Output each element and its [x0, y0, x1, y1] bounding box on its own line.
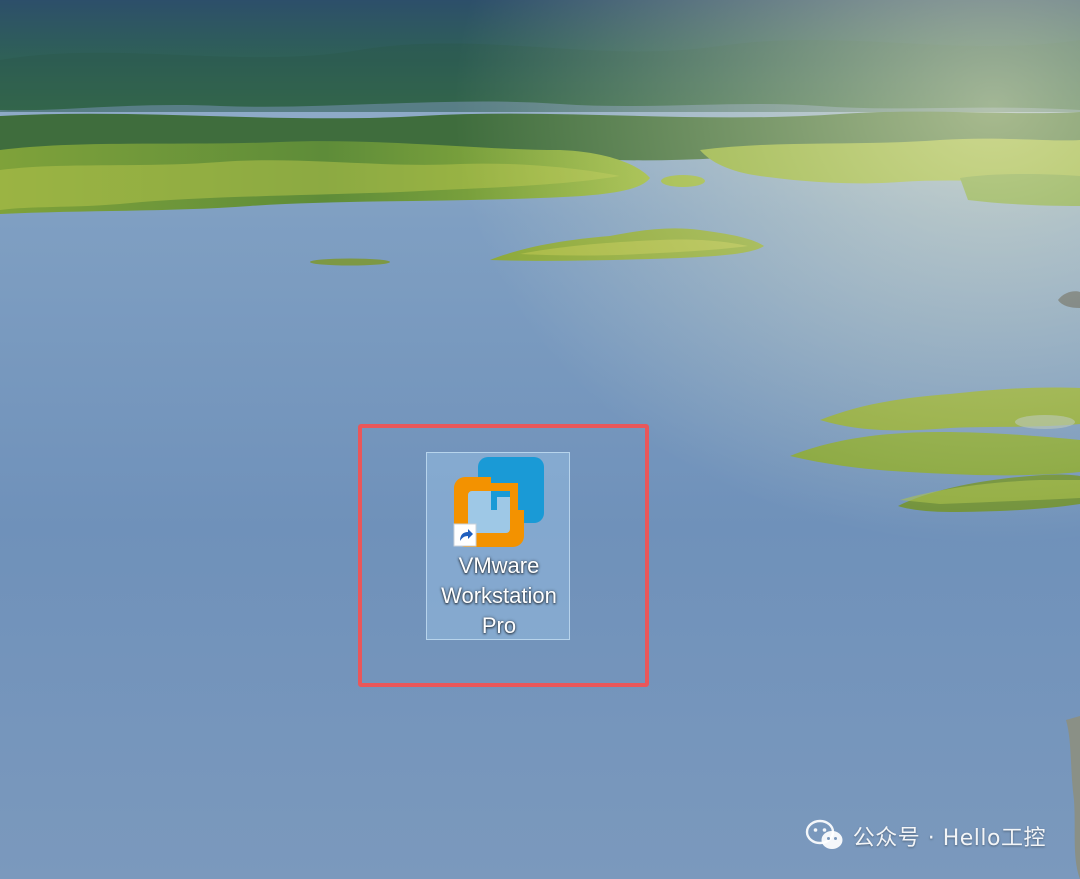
icon-label-line-2: Workstation	[441, 583, 557, 608]
desktop-icon-label: VMware Workstation Pro	[427, 551, 571, 641]
shortcut-arrow-icon	[453, 523, 477, 547]
icon-label-line-1: VMware	[458, 553, 540, 578]
watermark: 公众号 · Hello工控	[805, 816, 1046, 856]
desktop-icon-vmware-workstation-pro[interactable]: VMware Workstation Pro	[426, 452, 570, 640]
icon-label-line-3: Pro	[481, 613, 517, 638]
desktop[interactable]: VMware Workstation Pro 公众号 · Hello工控	[0, 0, 1080, 879]
watermark-text: 公众号 · Hello工控	[852, 826, 1046, 851]
wechat-icon	[805, 819, 843, 849]
